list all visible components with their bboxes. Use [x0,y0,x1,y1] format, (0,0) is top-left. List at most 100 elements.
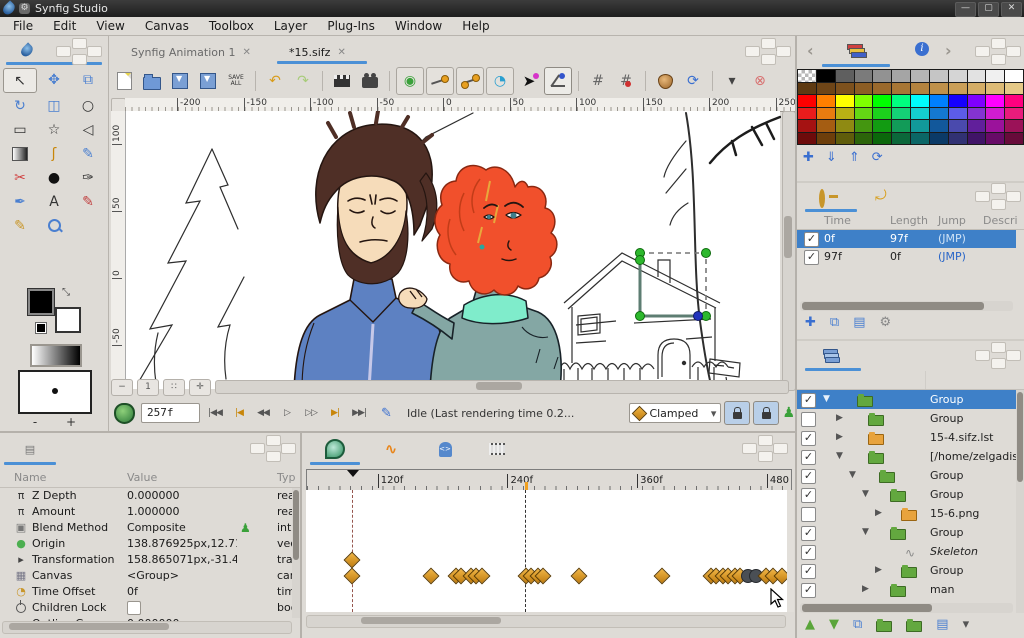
layer-row[interactable]: ✓ ▶ Group [797,561,1016,580]
palette-color[interactable] [1005,82,1023,94]
menu-window[interactable]: Window [386,17,451,35]
timetrack-vertical-scrollbar[interactable] [787,490,794,612]
snap-grid-button[interactable]: # [613,68,639,94]
keyframe-jump-link[interactable]: (JMP) [938,230,966,248]
palette-color[interactable] [892,107,910,119]
layer-delete-button[interactable]: ▤ [936,617,948,632]
onion-skin-button[interactable] [652,68,678,94]
tab-close-icon[interactable]: ✕ [336,46,346,59]
menu-edit[interactable]: Edit [44,17,85,35]
expander-closed-icon[interactable]: ▶ [875,561,882,580]
layer-checkbox[interactable]: ✓ [801,431,816,446]
keyframes-column-length[interactable]: Length [890,214,928,227]
waypoint[interactable] [343,567,361,585]
timetrack-area[interactable] [306,490,790,612]
parameter-checkbox[interactable] [127,600,237,616]
palette-color[interactable] [892,120,910,132]
width-tool[interactable]: ✎ [71,190,105,213]
eyedrop-tool[interactable]: ✑ [71,166,105,189]
keyframe-jump-link[interactable]: (JMP) [938,248,966,266]
palette-color[interactable] [929,120,948,132]
seek-prev-frame-button[interactable]: ◀◀ [251,402,275,424]
info-tab-icon[interactable]: i [915,42,929,56]
palette-color[interactable] [816,107,835,119]
palette-color[interactable] [929,95,948,107]
keyframes-horizontal-scrollbar[interactable] [800,301,1013,311]
palette-color[interactable] [967,70,986,82]
fill-tool[interactable]: ● [37,166,71,189]
layer-row[interactable]: ▶ 15-6.png [797,504,1016,523]
bone-setup-icon[interactable]: ♟ [782,405,795,421]
open-file-button[interactable] [139,68,165,94]
layer-new-button[interactable] [906,618,923,632]
play-button[interactable]: ▷ [275,402,299,424]
layer-row[interactable]: ✓ ▶ man [797,580,1016,599]
palette-color[interactable] [816,82,835,94]
keyframe-remove-button[interactable]: ▤ [853,315,865,330]
rectangle-tool[interactable]: ▭ [3,118,37,141]
toolbox-tab-icon[interactable] [18,42,36,59]
future-onion-button[interactable] [544,67,572,95]
children-tab[interactable]: <> [420,436,470,462]
keyframe-revert-tab-icon[interactable]: ⤾ [875,188,887,204]
parameter-row[interactable]: ● Origin 138.876925px,12.714575 vector [0,536,292,552]
palette-color[interactable] [816,120,835,132]
palette-dock-controls[interactable] [975,38,1021,65]
past-onion-button[interactable]: ➤ [516,68,542,94]
decrease-width-button[interactable]: - [26,415,44,430]
layer-row[interactable]: ✓ ▼ [/home/zelgadis/ [797,447,1016,466]
gradient-tool[interactable] [3,142,37,165]
increase-width-button[interactable]: + [62,415,80,430]
keyframe-checkbox[interactable]: ✓ [804,250,819,265]
palette-color[interactable] [835,132,854,144]
palette-open-button[interactable]: ⇑ [849,150,860,165]
seek-end-button[interactable]: ▶▶| [347,402,371,424]
layers-dock-controls[interactable] [975,342,1021,369]
palette-color[interactable] [948,82,967,94]
timetrack-tab[interactable] [310,436,360,462]
expander-open-icon[interactable]: ▼ [823,390,830,409]
keyframes-column-jump[interactable]: Jump [938,214,966,227]
keyframe-row[interactable]: ✓ 0f 97f (JMP) [797,230,1016,248]
layer-row[interactable]: ✓ ▶ 15-4.sifz.lst [797,428,1016,447]
canvas-vertical-scrollbar[interactable] [782,111,796,391]
toggle-tangent-handles-button[interactable] [456,67,484,95]
palette-color[interactable] [854,107,873,119]
palette-color[interactable] [892,132,910,144]
palette-color[interactable] [929,107,948,119]
palette-color[interactable] [911,132,929,144]
layer-checkbox[interactable]: ✓ [801,488,816,503]
show-grid-button[interactable]: # [585,68,611,94]
column-header-value[interactable]: Value [127,471,157,484]
menu-layer[interactable]: Layer [265,17,316,35]
render-button[interactable] [329,68,355,94]
layer-lower-button[interactable]: ▼ [829,617,839,632]
canvas-horizontal-scrollbar[interactable] [215,380,789,394]
layers-horizontal-scrollbar[interactable] [800,603,1013,613]
expander-open-icon[interactable]: ▼ [862,523,869,542]
reset-colors-icon[interactable] [35,322,47,334]
layer-checkbox[interactable]: ✓ [801,583,816,598]
canvas-area[interactable] [125,109,782,390]
keyframes-tab-icon[interactable] [819,189,825,208]
parameter-row[interactable]: ▦ Canvas <Group> canvas [0,568,292,584]
palette-color[interactable] [873,95,892,107]
layer-checkbox[interactable]: ✓ [801,545,816,560]
palette-color[interactable] [816,132,835,144]
layer-checkbox[interactable]: ✓ [801,469,816,484]
seek-begin-button[interactable]: |◀◀ [203,402,227,424]
layer-row[interactable]: ✓ ▼ Group [797,390,1016,409]
palette-refresh-button[interactable]: ⟳ [872,150,883,165]
render-status-icon[interactable] [114,402,135,424]
fill-stroke-widget[interactable]: ⤡ [0,281,108,341]
parameter-row[interactable]: π Z Depth 0.000000 real [0,488,292,504]
layer-checkbox[interactable]: ✓ [801,393,816,408]
lock-past-keyframe-button[interactable] [724,401,751,425]
save-all-button[interactable]: SAVE ALL [223,68,249,94]
palette-color[interactable] [798,107,816,119]
expander-open-icon[interactable]: ▼ [836,447,843,466]
parameter-row[interactable]: π Amount 1.000000 real [0,504,292,520]
parameter-row[interactable]: Children Lock bool [0,600,292,616]
save-button[interactable] [167,68,193,94]
expander-open-icon[interactable]: ▼ [862,485,869,504]
